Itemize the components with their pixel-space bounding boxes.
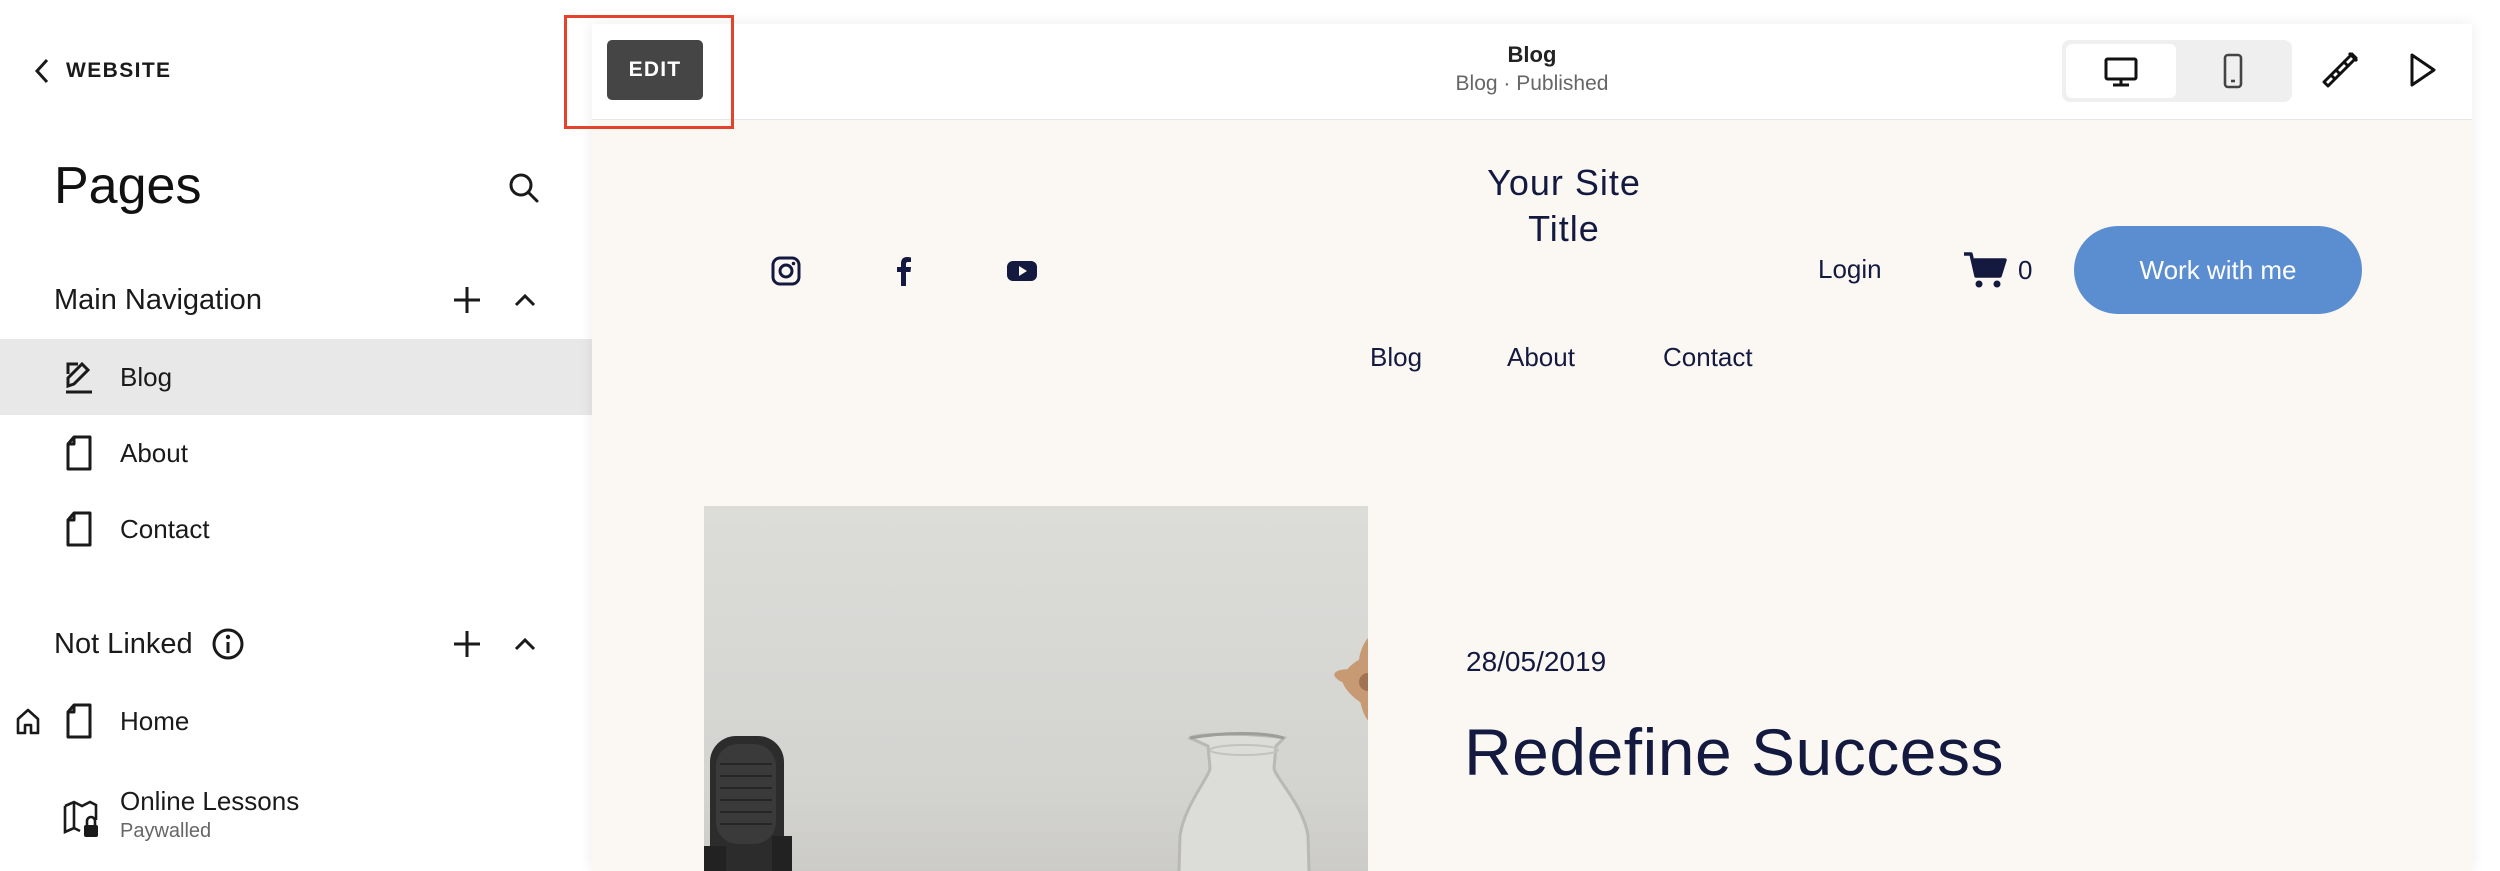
youtube-icon[interactable] bbox=[1005, 254, 1039, 288]
back-to-website-link[interactable]: WEBSITE bbox=[32, 54, 171, 88]
chevron-up-icon[interactable] bbox=[508, 627, 542, 661]
sidebar-item-about[interactable]: About bbox=[0, 415, 592, 491]
editor-toolbar: EDIT Blog Blog · Published bbox=[592, 24, 2472, 120]
cart-button[interactable]: 0 bbox=[1962, 250, 2032, 290]
search-icon[interactable] bbox=[506, 170, 542, 206]
mobile-view-button[interactable] bbox=[2178, 44, 2288, 98]
still-life-photo bbox=[704, 634, 1368, 871]
section-label: Main Navigation bbox=[54, 283, 262, 316]
facebook-icon[interactable] bbox=[887, 254, 921, 288]
sidebar-item-blog[interactable]: Blog bbox=[0, 339, 592, 415]
panel-title: Pages bbox=[54, 157, 202, 215]
post-date: 28/05/2019 bbox=[1466, 646, 1607, 677]
site-preview: EDIT Blog Blog · Published Your Site Tit… bbox=[592, 24, 2472, 871]
section-main-navigation: Main Navigation bbox=[54, 278, 262, 322]
page-icon bbox=[66, 511, 92, 547]
post-title[interactable]: Redefine Success bbox=[1464, 714, 2004, 790]
cart-icon bbox=[1964, 252, 2007, 288]
sidebar-item-sublabel: Paywalled bbox=[120, 820, 212, 842]
back-link-label: WEBSITE bbox=[66, 59, 172, 82]
work-with-me-button[interactable]: Work with me bbox=[2074, 226, 2362, 314]
pages-panel: WEBSITE Pages Main Navigation Blog About… bbox=[0, 0, 592, 871]
page-icon bbox=[66, 703, 92, 739]
site-nav-about[interactable]: About bbox=[1507, 342, 1575, 373]
mobile-icon bbox=[2223, 53, 2243, 89]
locked-pages-icon bbox=[63, 800, 98, 837]
add-page-icon[interactable] bbox=[450, 283, 484, 317]
desktop-icon bbox=[2104, 57, 2138, 87]
sidebar-item-online-lessons[interactable]: Online Lessons Paywalled bbox=[0, 776, 592, 866]
site-title-line1: Your Site bbox=[1487, 162, 1641, 203]
sidebar-item-label: Contact bbox=[120, 513, 210, 544]
home-icon bbox=[16, 708, 40, 735]
sidebar-item-label: Online Lessons bbox=[120, 786, 300, 816]
sidebar-item-contact[interactable]: Contact bbox=[0, 491, 592, 567]
post-featured-image[interactable] bbox=[704, 506, 1368, 871]
site-styles-icon[interactable] bbox=[2318, 48, 2362, 92]
chevron-left-icon bbox=[34, 58, 49, 84]
blog-page-icon bbox=[66, 361, 92, 394]
desktop-view-button[interactable] bbox=[2066, 44, 2176, 98]
page-icon bbox=[66, 435, 92, 471]
device-toggle bbox=[2062, 40, 2292, 102]
add-page-icon[interactable] bbox=[450, 627, 484, 661]
preview-play-icon[interactable] bbox=[2400, 48, 2444, 92]
instagram-icon[interactable] bbox=[769, 254, 803, 288]
site-nav-contact[interactable]: Contact bbox=[1663, 342, 1753, 373]
section-not-linked: Not Linked bbox=[54, 622, 245, 666]
info-icon[interactable] bbox=[211, 627, 245, 661]
login-link[interactable]: Login bbox=[1818, 254, 1882, 285]
section-label: Not Linked bbox=[54, 627, 193, 660]
sidebar-item-label: Home bbox=[120, 705, 190, 736]
cart-count: 0 bbox=[2018, 254, 2033, 285]
chevron-up-icon[interactable] bbox=[508, 283, 542, 317]
site-nav-blog[interactable]: Blog bbox=[1370, 342, 1422, 373]
sidebar-item-label: About bbox=[120, 437, 188, 468]
sidebar-item-label: Blog bbox=[120, 361, 173, 392]
sidebar-item-home[interactable]: Home bbox=[0, 683, 592, 759]
